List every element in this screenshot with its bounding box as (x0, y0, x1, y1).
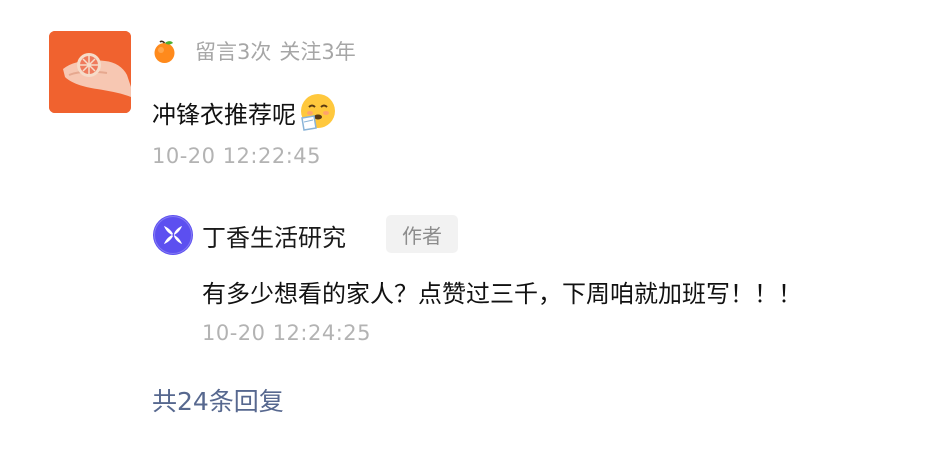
author-avatar-icon[interactable] (152, 214, 194, 256)
author-name[interactable]: 丁香生活研究 (202, 216, 346, 254)
comment-meta: 留言3次 关注3年 (152, 36, 356, 66)
sick-face-emoji-icon (301, 94, 335, 131)
follow-duration: 关注3年 (279, 40, 356, 64)
message-count: 留言3次 (195, 40, 272, 64)
comment-timestamp: 10-20 12:22:45 (152, 144, 322, 168)
reply-body: 有多少想看的家人？点赞过三千，下周咱就加班写！！！ (202, 272, 802, 310)
reply-timestamp: 10-20 12:24:25 (202, 321, 372, 345)
reply-text: 有多少想看的家人？点赞过三千，下周咱就加班写！！！ (202, 279, 802, 308)
orange-fruit-icon (154, 40, 175, 63)
commenter-avatar[interactable] (49, 31, 131, 113)
view-more-replies-link[interactable]: 共24条回复 (152, 380, 284, 420)
comment-body: 冲锋衣推荐呢 (152, 92, 338, 132)
author-name-text: 丁香生活研究 (202, 223, 346, 252)
author-badge: 作者 (386, 215, 458, 253)
comment-text: 冲锋衣推荐呢 (152, 100, 296, 129)
